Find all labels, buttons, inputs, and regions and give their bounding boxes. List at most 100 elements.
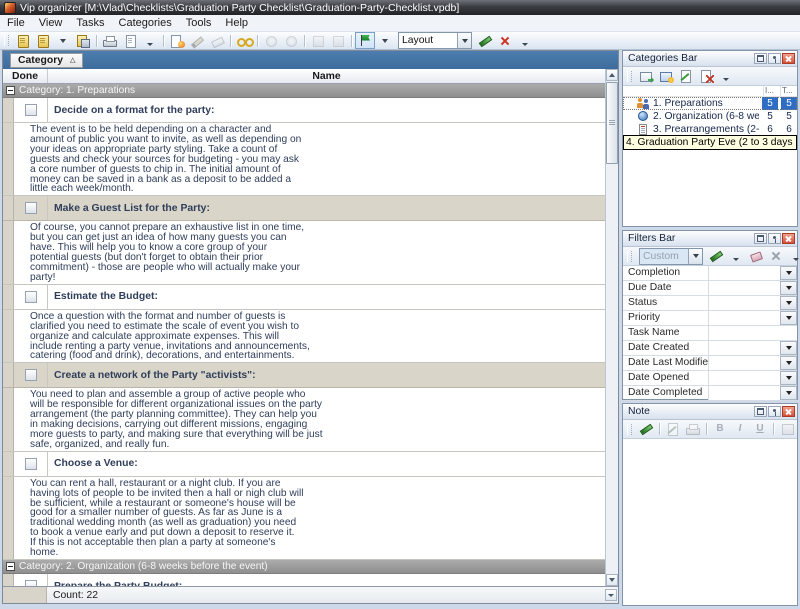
dropdown-button[interactable]: [53, 32, 73, 49]
insert-button[interactable]: [777, 421, 797, 438]
print-preview-button[interactable]: [120, 32, 140, 49]
pin-button[interactable]: [768, 233, 781, 244]
toolbar-grip[interactable]: [4, 35, 9, 46]
dropdown-button[interactable]: [375, 32, 395, 49]
category-tooltip[interactable]: 4. Graduation Party Eve (2 to 3 days bef…: [623, 135, 797, 150]
pin-button[interactable]: [768, 53, 781, 64]
add-category-button[interactable]: [636, 68, 656, 85]
task-checkbox[interactable]: [25, 202, 37, 214]
more-options-button[interactable]: [515, 32, 535, 49]
group-by-category-button[interactable]: Category △: [10, 53, 83, 68]
categories-column-2[interactable]: T...: [780, 86, 797, 96]
toolbar-grip[interactable]: [627, 424, 632, 435]
close-button[interactable]: [782, 406, 795, 417]
filter-value-field[interactable]: [709, 311, 780, 325]
add-subcategory-button[interactable]: [656, 68, 676, 85]
menu-item-view[interactable]: View: [32, 15, 70, 31]
navigate-button[interactable]: [308, 32, 328, 49]
task-row[interactable]: Create a network of the Party "activists…: [3, 363, 605, 388]
print-button[interactable]: [100, 32, 120, 49]
filter-value-field[interactable]: [709, 281, 780, 295]
highlight-button[interactable]: [355, 32, 375, 49]
task-note-row[interactable]: Once a question with the format and numb…: [3, 310, 605, 364]
delete-category-button[interactable]: [696, 68, 716, 85]
print-button[interactable]: [683, 421, 703, 438]
layout-combobox[interactable]: Layout: [398, 32, 472, 49]
column-header-done[interactable]: Done: [3, 69, 48, 83]
filter-dropdown-button[interactable]: [780, 341, 797, 355]
menu-item-tools[interactable]: Tools: [179, 15, 219, 31]
category-group-header[interactable]: Category: 2. Organization (6-8 weeks bef…: [3, 560, 605, 574]
filter-dropdown-button[interactable]: [780, 386, 797, 400]
collapse-icon[interactable]: [6, 562, 15, 571]
new-task-button[interactable]: [167, 32, 187, 49]
scroll-down-button[interactable]: [606, 574, 618, 586]
column-header-name[interactable]: Name: [48, 69, 605, 83]
filter-value-field[interactable]: [709, 371, 780, 385]
delete-task-button[interactable]: [207, 32, 227, 49]
filter-dropdown-button[interactable]: [780, 311, 797, 325]
maximize-button[interactable]: [754, 53, 767, 64]
pin-button[interactable]: [768, 406, 781, 417]
more-options-button[interactable]: [786, 248, 800, 265]
close-button[interactable]: [782, 53, 795, 64]
apply-button[interactable]: [475, 32, 495, 49]
combobox-dropdown-button[interactable]: [688, 249, 702, 264]
more-options-button[interactable]: [726, 248, 746, 265]
reorder-button[interactable]: [261, 32, 281, 49]
task-checkbox[interactable]: [25, 369, 37, 381]
apply-button[interactable]: [706, 248, 726, 265]
notebook-button[interactable]: [13, 32, 33, 49]
task-row[interactable]: Make a Guest List for the Party:: [3, 196, 605, 221]
collapse-icon[interactable]: [6, 86, 15, 95]
task-row[interactable]: Estimate the Budget:: [3, 285, 605, 310]
menu-item-categories[interactable]: Categories: [112, 15, 179, 31]
remove-filter-button[interactable]: [766, 248, 786, 265]
maximize-button[interactable]: [754, 233, 767, 244]
note-editor[interactable]: [623, 439, 797, 605]
vertical-scrollbar[interactable]: [605, 69, 618, 586]
filter-dropdown-button[interactable]: [780, 371, 797, 385]
scrollbar-track[interactable]: [606, 165, 618, 574]
filter-value-field[interactable]: [709, 356, 780, 370]
reorder-button[interactable]: [281, 32, 301, 49]
menu-item-tasks[interactable]: Tasks: [69, 15, 111, 31]
task-row[interactable]: Decide on a format for the party:: [3, 98, 605, 123]
task-checkbox[interactable]: [25, 458, 37, 470]
category-group-header[interactable]: Category: 1. Preparations: [3, 84, 605, 98]
filter-value-field[interactable]: [709, 341, 780, 355]
menu-item-help[interactable]: Help: [218, 15, 255, 31]
bold-button[interactable]: [710, 421, 730, 438]
close-button[interactable]: [782, 233, 795, 244]
task-checkbox[interactable]: [25, 104, 37, 116]
task-note-row[interactable]: You need to plan and assemble a group of…: [3, 388, 605, 451]
notebook-button[interactable]: [33, 32, 53, 49]
toolbar-grip[interactable]: [627, 251, 632, 262]
category-item[interactable]: 1. Preparations55: [623, 97, 797, 110]
task-checkbox[interactable]: [25, 291, 37, 303]
more-options-button[interactable]: [716, 68, 736, 85]
more-options-button[interactable]: [140, 32, 160, 49]
clear-filter-button[interactable]: [746, 248, 766, 265]
toolbar-grip[interactable]: [627, 71, 632, 82]
filter-value-field[interactable]: [709, 266, 780, 280]
navigate-button[interactable]: [328, 32, 348, 49]
filter-value-field[interactable]: [709, 386, 780, 400]
filter-value-field[interactable]: [709, 296, 780, 310]
filter-value-field[interactable]: [709, 326, 797, 340]
edit-task-button[interactable]: [187, 32, 207, 49]
filter-dropdown-button[interactable]: [780, 281, 797, 295]
maximize-button[interactable]: [754, 406, 767, 417]
task-row[interactable]: Prepare the Party Budget:: [3, 574, 605, 586]
footer-scroll-button[interactable]: [605, 589, 617, 601]
scroll-up-button[interactable]: [606, 69, 618, 81]
categories-column-1[interactable]: I...: [763, 86, 780, 96]
underline-button[interactable]: [750, 421, 770, 438]
save-button[interactable]: [73, 32, 93, 49]
filter-preset-combobox[interactable]: Custom: [639, 248, 703, 265]
task-note-row[interactable]: The event is to be held depending on a c…: [3, 123, 605, 196]
combobox-dropdown-button[interactable]: [457, 33, 471, 48]
filter-dropdown-button[interactable]: [780, 356, 797, 370]
scrollbar-thumb[interactable]: [606, 82, 618, 164]
filter-dropdown-button[interactable]: [780, 266, 797, 280]
